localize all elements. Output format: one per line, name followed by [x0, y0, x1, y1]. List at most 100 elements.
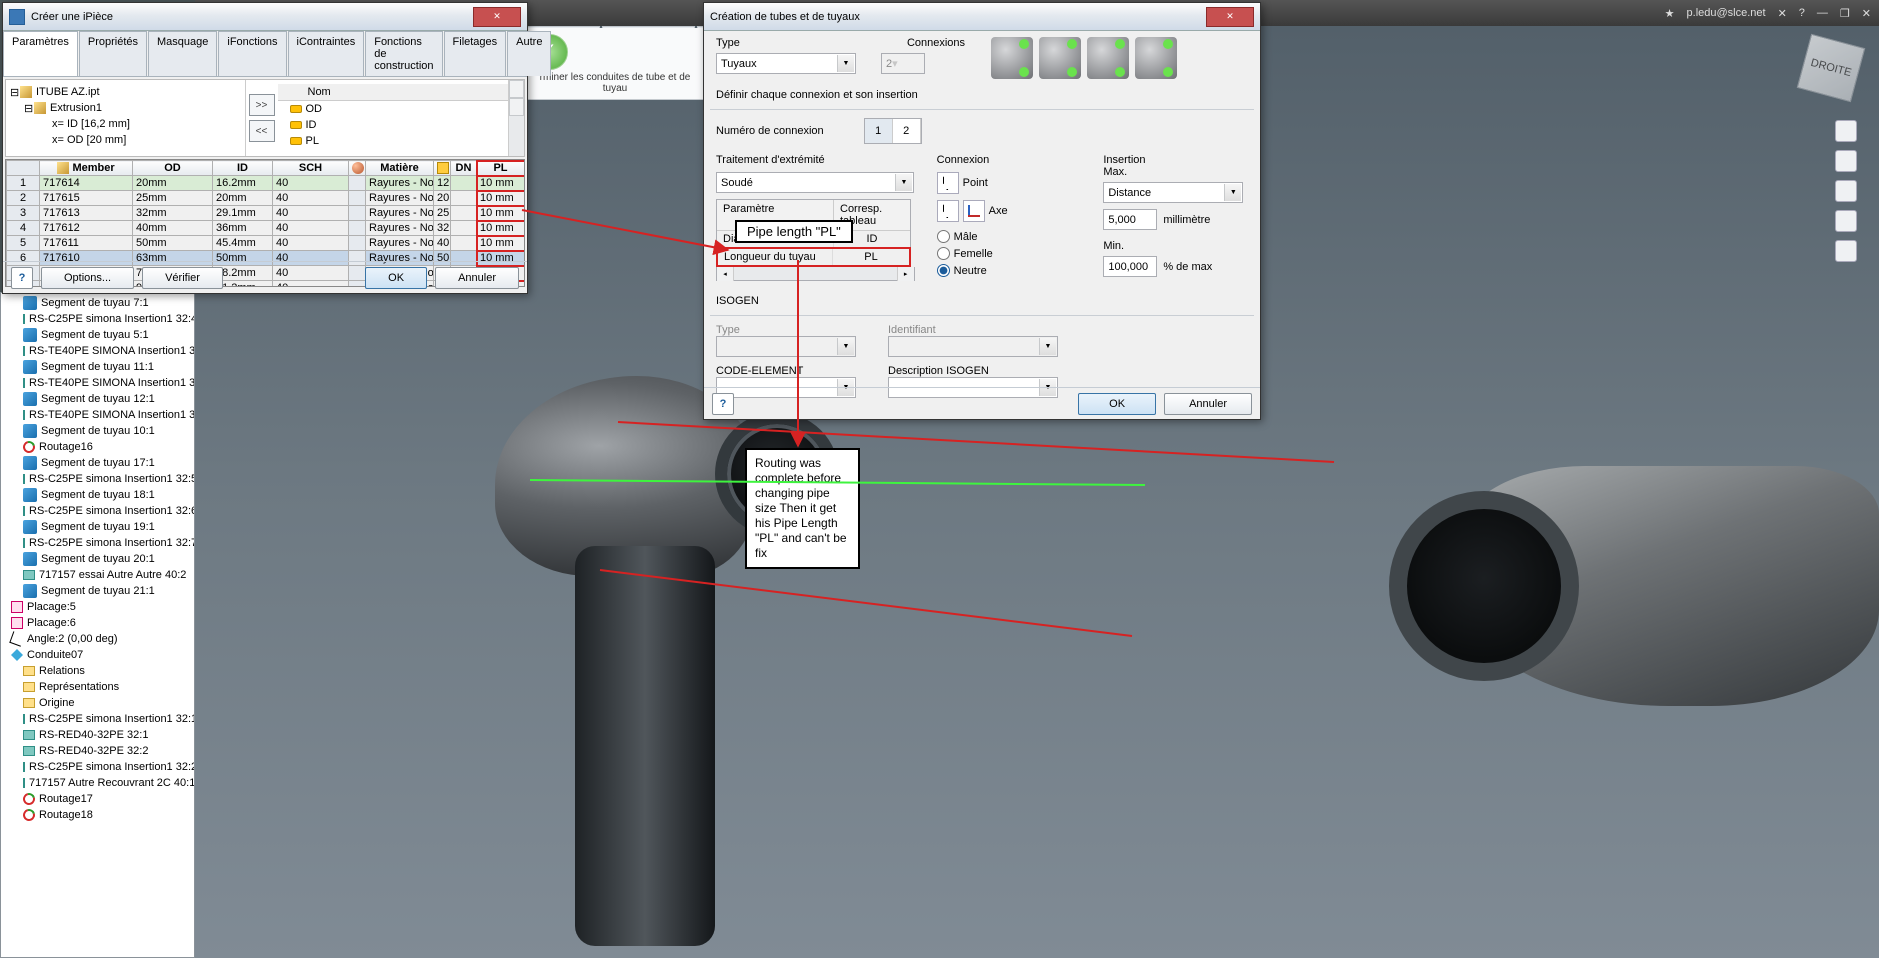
zoom-button[interactable]	[1835, 210, 1857, 232]
tree-item[interactable]: Segment de tuyau 21:1	[1, 583, 194, 599]
tree-item[interactable]: RS-C25PE simona Insertion1 32:2	[1, 759, 194, 775]
tree-item[interactable]: Représentations	[1, 679, 194, 695]
close-icon[interactable]: ✕	[1778, 7, 1787, 20]
user-label[interactable]: p.ledu@slce.net	[1687, 7, 1766, 19]
tree-item[interactable]: Segment de tuyau 18:1	[1, 487, 194, 503]
female-radio[interactable]: Femelle	[937, 247, 1082, 260]
tree-item[interactable]: Segment de tuyau 5:1	[1, 327, 194, 343]
cancel-button[interactable]: Annuler	[435, 267, 519, 289]
pick-point-button[interactable]	[937, 172, 959, 194]
conn-1-button[interactable]: 1	[865, 119, 893, 143]
tree-item[interactable]: Segment de tuyau 10:1	[1, 423, 194, 439]
ipart-dialog-titlebar[interactable]: Créer une iPièce ✕	[3, 3, 527, 31]
maximize-icon[interactable]: ❐	[1840, 7, 1850, 20]
tree-item[interactable]: Conduite07	[1, 647, 194, 663]
fitting-option[interactable]	[1135, 37, 1177, 79]
look-at-button[interactable]	[1835, 240, 1857, 262]
ipart-tab[interactable]: Paramètres	[3, 31, 78, 76]
home-view-button[interactable]	[1835, 120, 1857, 142]
plane-icon	[11, 617, 23, 629]
tree-item[interactable]: Relations	[1, 663, 194, 679]
table-row[interactable]: 371761332mm29.1mm40Rayures - Noir2510 mm	[7, 206, 525, 221]
ipart-tab[interactable]: Propriétés	[79, 31, 147, 76]
tree-item[interactable]: Segment de tuyau 20:1	[1, 551, 194, 567]
male-radio[interactable]: Mâle	[937, 230, 1082, 243]
view-cube[interactable]: DROITE	[1797, 34, 1866, 103]
ipart-tab[interactable]: Filetages	[444, 31, 507, 76]
close-icon[interactable]: ✕	[1206, 7, 1254, 27]
verify-button[interactable]: Vérifier	[142, 267, 223, 289]
tree-item[interactable]: RS-C25PE simona Insertion1 32:5	[1, 471, 194, 487]
tree-item[interactable]: RS-TE40PE SIMONA Insertion1 32:5	[1, 343, 194, 359]
help-button[interactable]: ?	[712, 393, 734, 415]
ipart-selected-list[interactable]: Nom OD ID PL	[278, 80, 509, 156]
ipart-tab[interactable]: Masquage	[148, 31, 217, 76]
tree-item[interactable]: Origine	[1, 695, 194, 711]
pick-axis-button[interactable]	[937, 200, 959, 222]
ok-button[interactable]: OK	[365, 267, 427, 289]
tree-item[interactable]: Segment de tuyau 17:1	[1, 455, 194, 471]
tree-item[interactable]: Segment de tuyau 11:1	[1, 359, 194, 375]
fitting-option[interactable]	[1039, 37, 1081, 79]
tree-item[interactable]: Routage18	[1, 807, 194, 823]
tree-item[interactable]: 717157 essai Autre Autre 40:2	[1, 567, 194, 583]
tree-item[interactable]: Routage16	[1, 439, 194, 455]
tree-item[interactable]: Segment de tuyau 12:1	[1, 391, 194, 407]
fitting-option[interactable]	[991, 37, 1033, 79]
table-row[interactable]: 571761150mm45.4mm40Rayures - Noir4010 mm	[7, 236, 525, 251]
pan-button[interactable]	[1835, 180, 1857, 202]
cancel-button[interactable]: Annuler	[1164, 393, 1252, 415]
tree-item[interactable]: RS-C25PE simona Insertion1 32:1	[1, 711, 194, 727]
max-type-dropdown[interactable]: Distance▼	[1103, 182, 1243, 203]
ok-button[interactable]: OK	[1078, 393, 1156, 415]
tree-item[interactable]: RS-C25PE simona Insertion1 32:6	[1, 503, 194, 519]
help-button[interactable]: ?	[11, 267, 33, 289]
fitting-option[interactable]	[1087, 37, 1129, 79]
type-label: Type	[716, 37, 881, 49]
conn-2-button[interactable]: 2	[893, 119, 921, 143]
end-treatment-dropdown[interactable]: Soudé▼	[716, 172, 914, 193]
ipart-tab[interactable]: iFonctions	[218, 31, 286, 76]
table-row[interactable]: 271761525mm20mm40Rayures - Noir2010 mm	[7, 191, 525, 206]
code-element-label: CODE-ELEMENT	[716, 365, 866, 377]
tree-item[interactable]: RS-C25PE simona Insertion1 32:4	[1, 311, 194, 327]
tree-item[interactable]: RS-RED40-32PE 32:1	[1, 727, 194, 743]
help-icon[interactable]: ?	[1799, 7, 1805, 19]
ipart-source-tree[interactable]: ⊟ITUBE AZ.ipt ⊟Extrusion1 x= ID [16,2 mm…	[6, 80, 246, 156]
neutral-radio[interactable]: Neutre	[937, 264, 1082, 277]
tree-item[interactable]: RS-RED40-32PE 32:2	[1, 743, 194, 759]
tree-item[interactable]: Placage:6	[1, 615, 194, 631]
type-dropdown[interactable]: Tuyaux▼	[716, 53, 856, 74]
tree-item[interactable]: Routage17	[1, 791, 194, 807]
remove-column-button[interactable]: <<	[249, 120, 275, 142]
ipart-tab[interactable]: Fonctions de construction	[365, 31, 442, 76]
axis-icon-button[interactable]	[963, 200, 985, 222]
scrollbar[interactable]	[508, 80, 524, 156]
fitting-gallery	[991, 37, 1177, 79]
add-column-button[interactable]: >>	[249, 94, 275, 116]
param-scrollbar[interactable]: ◂▸	[716, 267, 915, 281]
min-label: Min.	[1103, 240, 1248, 252]
ipart-tab[interactable]: Autre	[507, 31, 551, 76]
max-value-input[interactable]: 5,000	[1103, 209, 1157, 230]
min-value-input[interactable]: 100,000	[1103, 256, 1157, 277]
app-close-icon[interactable]: ✕	[1862, 7, 1871, 20]
tube-dialog-titlebar[interactable]: Création de tubes et de tuyaux ✕	[704, 3, 1260, 31]
ipart-tab[interactable]: iContraintes	[288, 31, 365, 76]
tree-item[interactable]: Segment de tuyau 19:1	[1, 519, 194, 535]
tree-item[interactable]: Angle:2 (0,00 deg)	[1, 631, 194, 647]
options-button[interactable]: Options...	[41, 267, 134, 289]
tree-item[interactable]: RS-TE40PE SIMONA Insertion1 32:6	[1, 375, 194, 391]
minimize-icon[interactable]: —	[1817, 7, 1828, 19]
orbit-button[interactable]	[1835, 150, 1857, 172]
tree-item[interactable]: Placage:5	[1, 599, 194, 615]
tree-item[interactable]: RS-C25PE simona Insertion1 32:7	[1, 535, 194, 551]
table-row[interactable]: 171761420mm16.2mm40Rayures - Noir12.710 …	[7, 176, 525, 191]
tree-item[interactable]: RS-TE40PE SIMONA Insertion1 32:7	[1, 407, 194, 423]
model-browser[interactable]: Segment de tuyau 7:1RS-C25PE simona Inse…	[0, 292, 195, 958]
star-icon[interactable]: ★	[1665, 7, 1675, 20]
close-icon[interactable]: ✕	[473, 7, 521, 27]
table-row[interactable]: 471761240mm36mm40Rayures - Noir3210 mm	[7, 221, 525, 236]
tree-item[interactable]: Segment de tuyau 7:1	[1, 295, 194, 311]
tree-item[interactable]: 717157 Autre Recouvrant 2C 40:1	[1, 775, 194, 791]
